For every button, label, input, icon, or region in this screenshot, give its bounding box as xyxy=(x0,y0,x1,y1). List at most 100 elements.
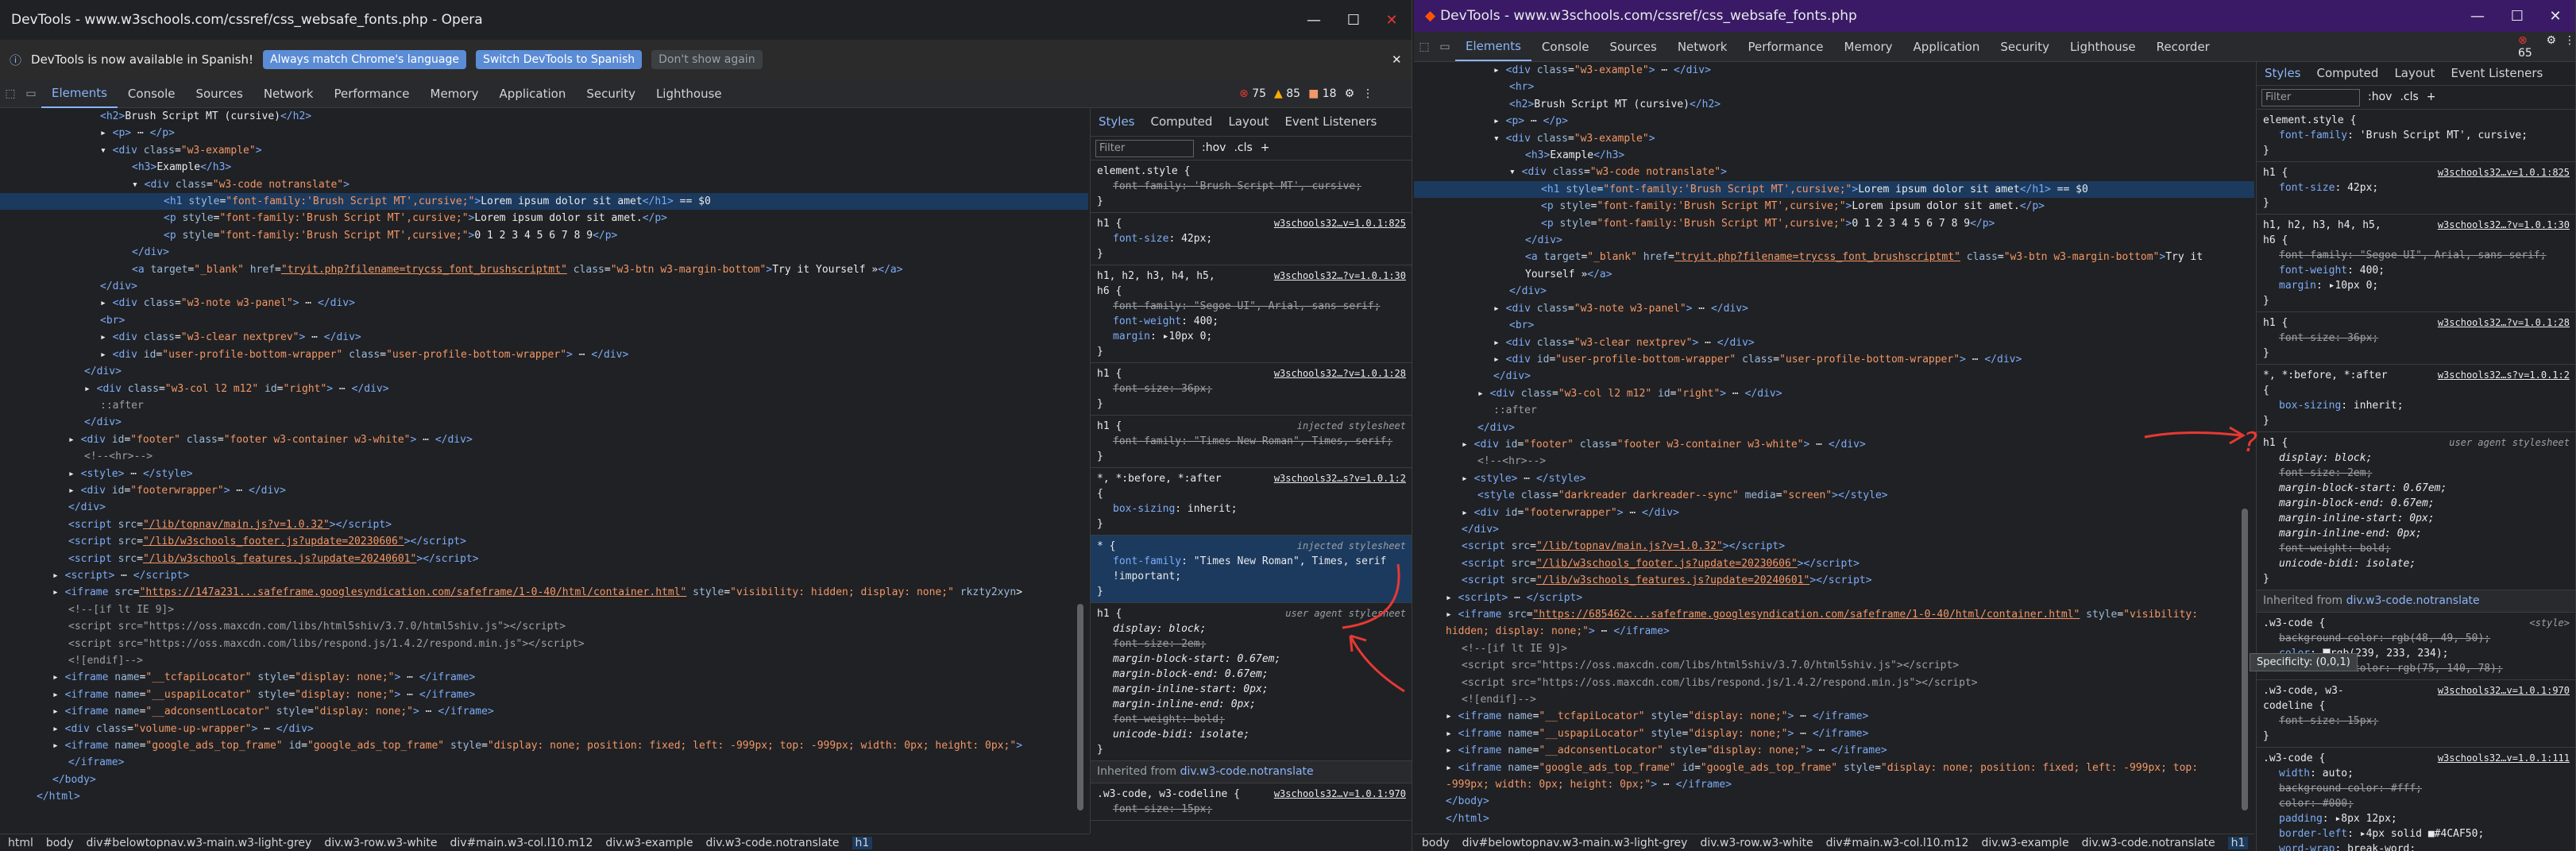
minimize-icon[interactable]: — xyxy=(2458,0,2497,32)
dom-node[interactable]: <!--[if lt IE 9]> xyxy=(0,602,1088,618)
styles-scrollbar[interactable] xyxy=(1077,604,1083,810)
dom-node[interactable]: </html> xyxy=(1414,810,2254,827)
breadcrumb-item[interactable]: html xyxy=(8,837,33,849)
dom-node[interactable]: </body> xyxy=(1414,793,2254,810)
dom-node[interactable]: <![endif]--> xyxy=(1414,691,2254,708)
dom-node[interactable]: ▸ <div class="w3-clear nextprev"> ⋯ </di… xyxy=(0,329,1088,346)
dom-node[interactable]: <script src="/lib/w3schools_footer.js?up… xyxy=(0,533,1088,550)
switch-spanish-button[interactable]: Switch DevTools to Spanish xyxy=(475,50,643,69)
device-toolbar-icon[interactable]: ▭ xyxy=(21,83,41,104)
dom-node[interactable]: <a target="_blank" href="tryit.php?filen… xyxy=(1414,249,2254,265)
dom-node[interactable]: ▾ <div class="w3-example"> xyxy=(0,142,1088,159)
dom-node[interactable]: ▸ <div id="footer" class="footer w3-cont… xyxy=(0,431,1088,448)
close-icon[interactable]: ✕ xyxy=(1373,0,1411,40)
dom-node[interactable]: ▸ <iframe name="__tcfapiLocator" style="… xyxy=(1414,708,2254,725)
dom-node[interactable]: hidden; display: none;"> ⋯ </iframe> xyxy=(1414,623,2254,640)
infobar-close-icon[interactable]: ✕ xyxy=(1392,52,1402,67)
selected-dom-node[interactable]: <h1 style="font-family:'Brush Script MT'… xyxy=(1414,180,2254,199)
element-style-rule[interactable]: element.style {font-family: 'Brush Scrip… xyxy=(1091,161,1412,213)
elements-tree[interactable]: ▸ <div class="w3-example"> ⋯ </div> <hr> <… xyxy=(1414,62,2254,827)
dom-node[interactable]: ::after xyxy=(0,397,1088,414)
styles-tab-event-listeners[interactable]: Event Listeners xyxy=(2443,66,2551,81)
breadcrumb-item[interactable]: div.w3-example xyxy=(605,837,693,849)
dom-node[interactable]: ▸ <iframe name="google_ads_top_frame" id… xyxy=(1414,760,2254,776)
match-language-button[interactable]: Always match Chrome's language xyxy=(263,50,466,69)
dom-node[interactable]: </div> xyxy=(0,244,1088,261)
styles-tab-event-listeners[interactable]: Event Listeners xyxy=(1276,114,1385,130)
dom-node[interactable]: <script src="https://oss.maxcdn.com/libs… xyxy=(0,618,1088,635)
dom-node[interactable]: <h2>Brush Script MT (cursive)</h2> xyxy=(0,108,1088,125)
dom-node[interactable]: </div> xyxy=(0,414,1088,431)
dom-node[interactable]: ▸ <div class="w3-clear nextprev"> ⋯ </di… xyxy=(1414,335,2254,351)
breadcrumb-item[interactable]: div.w3-code.notranslate xyxy=(2082,837,2215,849)
dom-node[interactable]: </body> xyxy=(0,772,1088,788)
right-tab-network[interactable]: Network xyxy=(1667,33,1738,61)
dom-node[interactable]: </div> xyxy=(1414,521,2254,538)
universal-rule[interactable]: w3schools32…s?v=1.0.1:2 *, *:before, *:af… xyxy=(2257,365,2575,432)
dom-node[interactable]: ▸ <iframe name="__tcfapiLocator" style="… xyxy=(0,669,1088,686)
w3-code-rule[interactable]: w3schools32…v=1.0.1:970.w3-code, w3-code… xyxy=(1091,783,1412,821)
injected-h1-rule[interactable]: injected stylesheet h1 {font-family: "Tim… xyxy=(1091,416,1412,468)
right-tab-security[interactable]: Security xyxy=(1990,33,2060,61)
dom-node[interactable]: ▸ <div class="w3-col l2 m12" id="right">… xyxy=(1414,385,2254,402)
dom-node[interactable]: ▸ <iframe name="__adconsentLocator" styl… xyxy=(0,703,1088,720)
dom-node[interactable]: <script src="https://oss.maxcdn.com/libs… xyxy=(1414,657,2254,674)
right-tab-sources[interactable]: Sources xyxy=(1599,33,1666,61)
styles-filter-input[interactable]: Filter xyxy=(1095,139,1194,157)
settings-icon[interactable]: ⚙ xyxy=(1345,87,1355,100)
dom-node[interactable]: ▸ <div id="user-profile-bottom-wrapper" … xyxy=(0,346,1088,363)
dom-node[interactable]: -999px; width: 0px; height: 0px;"> ⋯ </i… xyxy=(1414,776,2254,793)
right-tab-console[interactable]: Console xyxy=(1531,33,1600,61)
more-icon[interactable]: ⋮ xyxy=(2564,34,2575,60)
breadcrumb-item[interactable]: div#main.w3-col.l10.m12 xyxy=(1826,837,1969,849)
dom-node[interactable]: ▸ <div class="w3-example"> ⋯ </div> xyxy=(1414,62,2254,79)
dom-node[interactable]: </div> xyxy=(0,499,1088,516)
dom-node[interactable]: <script src="/lib/topnav/main.js?v=1.0.3… xyxy=(1414,538,2254,555)
dom-node[interactable]: <!--<hr>--> xyxy=(1414,453,2254,470)
dom-node[interactable]: </iframe> xyxy=(0,754,1088,771)
universal-rule[interactable]: w3schools32…s?v=1.0.1:2 *, *:before, *:af… xyxy=(1091,468,1412,536)
dom-node[interactable]: </div> xyxy=(1414,420,2254,436)
left-tab-performance[interactable]: Performance xyxy=(323,79,419,108)
left-tab-application[interactable]: Application xyxy=(489,79,577,108)
dom-node[interactable]: <h3>Example</h3> xyxy=(1414,147,2254,164)
breadcrumb-item[interactable]: div.w3-row.w3-white xyxy=(324,837,437,849)
dom-node[interactable]: ▸ <div class="w3-note w3-panel"> ⋯ </div… xyxy=(0,295,1088,311)
left-tab-console[interactable]: Console xyxy=(118,79,186,108)
dom-node[interactable]: <!--<hr>--> xyxy=(0,448,1088,465)
dom-node[interactable]: ▾ <div class="w3-code notranslate"> xyxy=(1414,164,2254,180)
hov-toggle[interactable]: :hov xyxy=(1202,141,1226,156)
right-tab-memory[interactable]: Memory xyxy=(1834,33,1903,61)
dom-node[interactable]: ▸ <style> ⋯ </style> xyxy=(0,466,1088,482)
styles-tab-computed[interactable]: Computed xyxy=(2309,66,2387,81)
inspect-icon[interactable]: ⬚ xyxy=(0,83,21,104)
dom-node[interactable]: <h2>Brush Script MT (cursive)</h2> xyxy=(1414,96,2254,113)
styles-tab-styles[interactable]: Styles xyxy=(2257,66,2309,81)
dom-node[interactable]: ▸ <iframe src="https://147a231...safefra… xyxy=(0,584,1088,601)
h1-rule[interactable]: w3schools32…v=1.0.1:825 h1 {font-size: 42… xyxy=(2257,162,2575,215)
breadcrumb-item[interactable]: h1 xyxy=(2227,836,2249,849)
h1-rule[interactable]: w3schools32…v=1.0.1:825 h1 {font-size: 42… xyxy=(1091,213,1412,265)
dom-node[interactable]: <a target="_blank" href="tryit.php?filen… xyxy=(0,261,1088,278)
dom-node[interactable]: ▸ <div class="w3-col l2 m12" id="right">… xyxy=(0,381,1088,397)
dom-node[interactable]: ▾ <div class="w3-code notranslate"> xyxy=(0,176,1088,193)
dom-node[interactable]: <script src="https://oss.maxcdn.com/libs… xyxy=(1414,675,2254,691)
headings-rule[interactable]: w3schools32…?v=1.0.1:30 h1, h2, h3, h4, h… xyxy=(1091,265,1412,363)
styles-tab-layout[interactable]: Layout xyxy=(2386,66,2443,81)
dom-node[interactable]: ▸ <script> ⋯ </script> xyxy=(0,567,1088,584)
styles-tab-styles[interactable]: Styles xyxy=(1091,114,1143,130)
headings-rule[interactable]: w3schools32…?v=1.0.1:30 h1, h2, h3, h4, h… xyxy=(2257,215,2575,312)
dom-node[interactable]: ▸ <div id="footerwrapper"> ⋯ </div> xyxy=(1414,505,2254,521)
styles-scrollbar[interactable] xyxy=(2242,509,2248,810)
dom-node[interactable]: ▸ <iframe name="google_ads_top_frame" id… xyxy=(0,737,1088,754)
dom-node[interactable]: <br> xyxy=(1414,317,2254,334)
breadcrumb-item[interactable]: body xyxy=(46,837,74,849)
right-tab-elements[interactable]: Elements xyxy=(1455,33,1531,61)
dom-node[interactable]: ▸ <iframe name="__adconsentLocator" styl… xyxy=(1414,742,2254,759)
dom-node[interactable]: <h3>Example</h3> xyxy=(0,159,1088,176)
breadcrumb-item[interactable]: div.w3-example xyxy=(1981,837,2068,849)
user-agent-h1-rule[interactable]: user agent stylesheet h1 {display: block;… xyxy=(2257,432,2575,590)
cls-toggle[interactable]: .cls xyxy=(1234,141,1252,156)
inspect-icon[interactable]: ⬚ xyxy=(1414,37,1435,57)
more-icon[interactable]: ⋮ xyxy=(1362,87,1373,100)
